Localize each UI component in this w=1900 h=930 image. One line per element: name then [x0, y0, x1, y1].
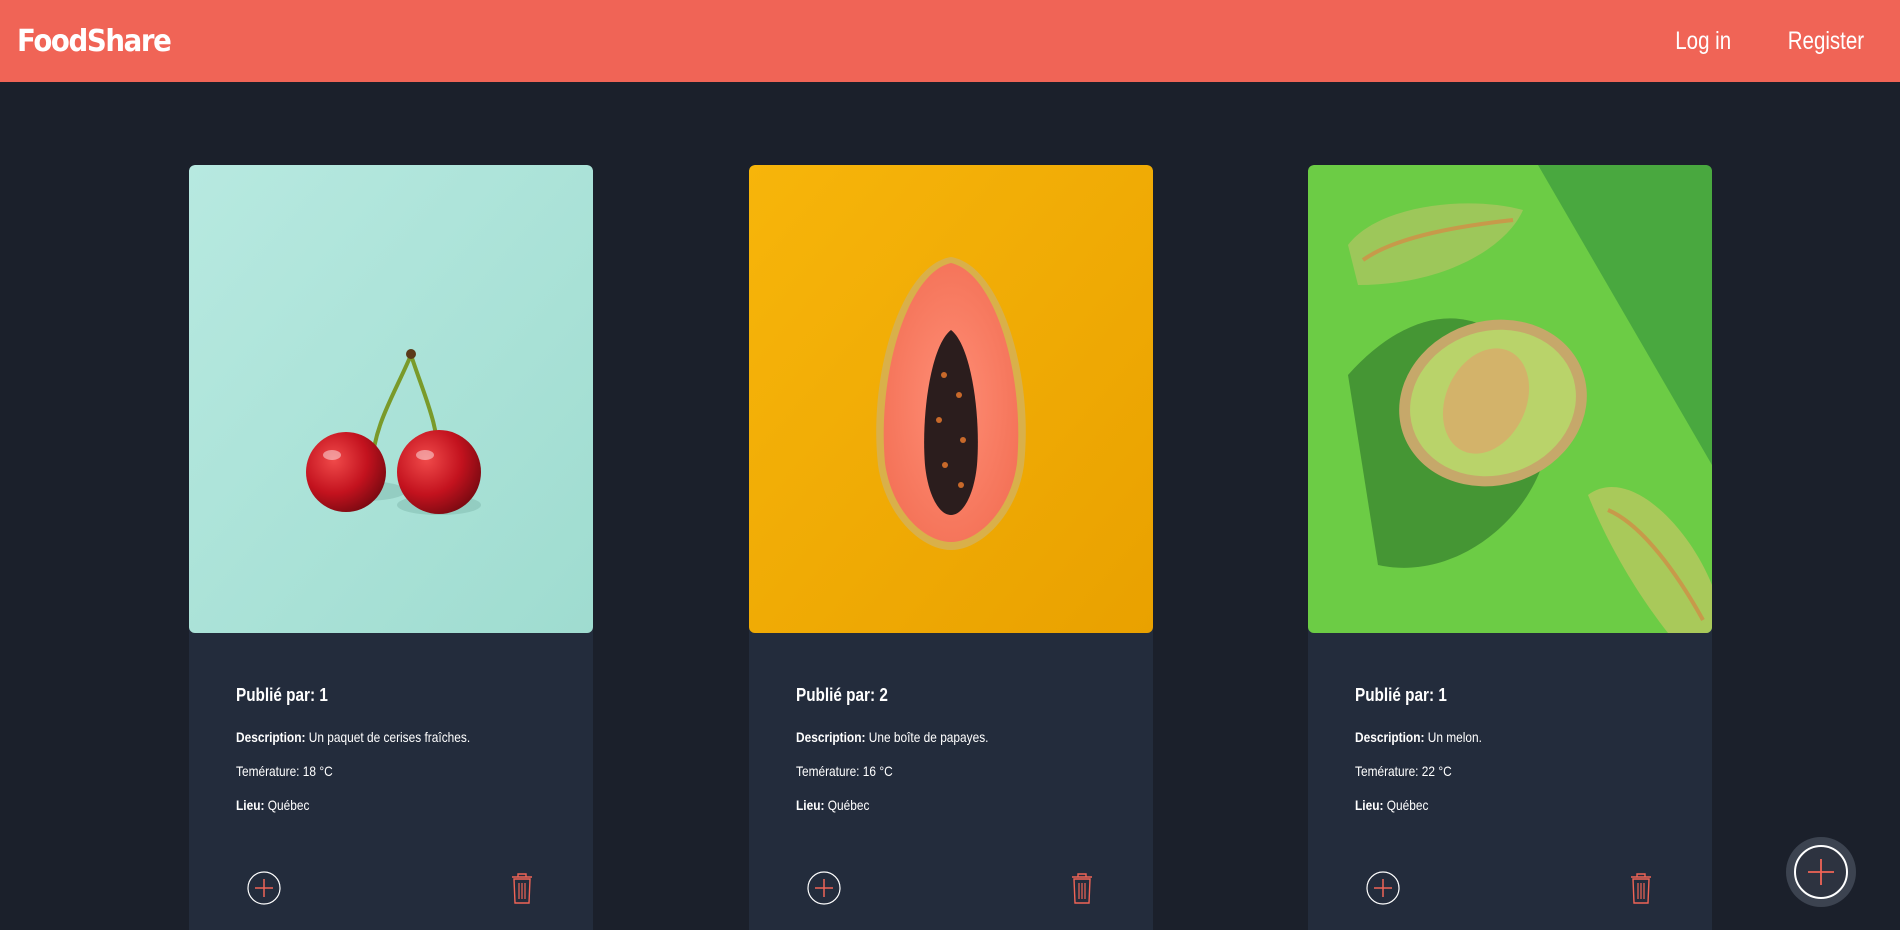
- location-text: Québec: [1386, 797, 1429, 813]
- location-label: Lieu:: [1355, 797, 1384, 813]
- food-card-grid: Publié par: 1 Description: Un paquet de …: [0, 165, 1900, 930]
- card-temperature: Temérature: 18 °C: [236, 763, 333, 779]
- card-actions: [749, 870, 1153, 910]
- location-text: Québec: [267, 797, 310, 813]
- plus-circle-icon[interactable]: [246, 870, 282, 906]
- cherries-photo: [189, 165, 593, 633]
- description-text: Une boîte de papayes.: [868, 729, 989, 745]
- food-card: Publié par: 2 Description: Une boîte de …: [749, 165, 1153, 930]
- card-temperature: Temérature: 16 °C: [796, 763, 893, 779]
- description-text: Un paquet de cerises fraîches.: [308, 729, 471, 745]
- card-location: Lieu: Québec: [236, 797, 508, 813]
- trash-icon[interactable]: [1064, 870, 1100, 906]
- nav-links: Log in Register: [1663, 27, 1864, 56]
- plus-icon[interactable]: [1794, 845, 1848, 899]
- card-description: Description: Un melon.: [1355, 729, 1627, 745]
- location-text: Québec: [827, 797, 870, 813]
- trash-icon[interactable]: [504, 870, 540, 906]
- description-label: Description:: [1355, 729, 1425, 745]
- melon-photo: [1308, 165, 1712, 633]
- card-location: Lieu: Québec: [796, 797, 1068, 813]
- card-publisher: Publié par: 2: [796, 685, 888, 705]
- card-actions: [1308, 870, 1712, 910]
- plus-circle-icon[interactable]: [1365, 870, 1401, 906]
- login-link[interactable]: Log in: [1675, 27, 1731, 56]
- add-food-fab[interactable]: [1786, 837, 1856, 907]
- card-location: Lieu: Québec: [1355, 797, 1627, 813]
- card-body: Publié par: 2 Description: Une boîte de …: [796, 685, 1116, 831]
- food-card: Publié par: 1 Description: Un paquet de …: [189, 165, 593, 930]
- top-navbar: FoodShare Log in Register: [0, 0, 1900, 82]
- card-publisher: Publié par: 1: [1355, 685, 1447, 705]
- card-temperature: Temérature: 22 °C: [1355, 763, 1452, 779]
- description-label: Description:: [236, 729, 306, 745]
- card-body: Publié par: 1 Description: Un melon. Tem…: [1355, 685, 1675, 831]
- food-card: Publié par: 1 Description: Un melon. Tem…: [1308, 165, 1712, 930]
- register-link[interactable]: Register: [1788, 27, 1864, 56]
- location-label: Lieu:: [796, 797, 825, 813]
- brand-logo[interactable]: FoodShare: [17, 24, 172, 59]
- description-label: Description:: [796, 729, 866, 745]
- card-description: Description: Un paquet de cerises fraîch…: [236, 729, 508, 745]
- plus-circle-icon[interactable]: [806, 870, 842, 906]
- card-description: Description: Une boîte de papayes.: [796, 729, 1068, 745]
- card-publisher: Publié par: 1: [236, 685, 328, 705]
- card-actions: [189, 870, 593, 910]
- trash-icon[interactable]: [1623, 870, 1659, 906]
- location-label: Lieu:: [236, 797, 265, 813]
- description-text: Un melon.: [1427, 729, 1482, 745]
- papaya-photo: [749, 165, 1153, 633]
- card-body: Publié par: 1 Description: Un paquet de …: [236, 685, 556, 831]
